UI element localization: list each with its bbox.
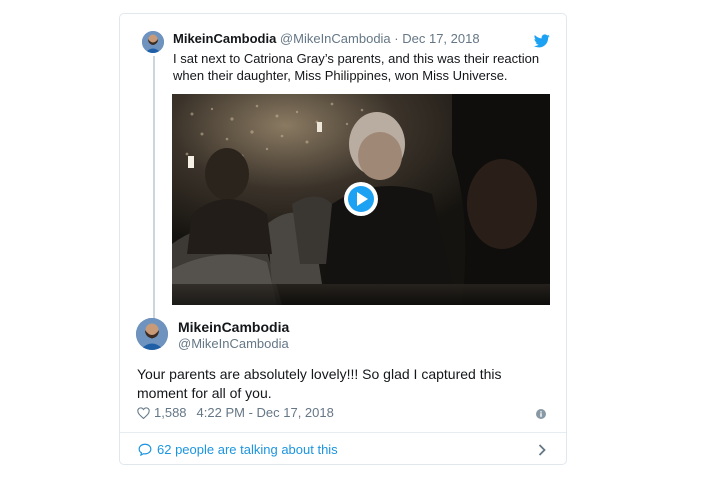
quoted-tweet-date[interactable]: Dec 17, 2018 bbox=[402, 31, 479, 46]
quoted-tweet-text: I sat next to Catriona Gray’s parents, a… bbox=[173, 51, 540, 83]
heart-icon[interactable] bbox=[137, 407, 150, 419]
quoted-author-name[interactable]: MikeinCambodia bbox=[173, 31, 276, 46]
thread-connector-line bbox=[153, 56, 155, 324]
play-button-icon[interactable] bbox=[343, 181, 379, 217]
tweet-card: MikeinCambodia @MikeInCambodia · Dec 17,… bbox=[119, 13, 567, 465]
tweet-text: Your parents are absolutely lovely!!! So… bbox=[137, 366, 502, 401]
quoted-author-avatar[interactable] bbox=[142, 31, 164, 53]
tweet-meta: 1,588 4:22 PM - Dec 17, 2018 bbox=[137, 405, 334, 421]
video-player[interactable] bbox=[172, 94, 550, 305]
twitter-bird-icon[interactable] bbox=[534, 34, 550, 48]
author-avatar[interactable] bbox=[136, 318, 168, 350]
like-count[interactable]: 1,588 bbox=[154, 405, 187, 421]
author-name[interactable]: MikeinCambodia bbox=[178, 319, 289, 336]
talking-count-text[interactable]: 62 people are talking about this bbox=[157, 442, 338, 458]
info-icon[interactable] bbox=[536, 409, 546, 419]
speech-bubble-icon bbox=[138, 443, 152, 456]
quoted-author-handle[interactable]: @MikeInCambodia bbox=[280, 31, 391, 46]
tweet-timestamp[interactable]: 4:22 PM - Dec 17, 2018 bbox=[197, 405, 334, 421]
quoted-tweet-header: MikeinCambodia @MikeInCambodia · Dec 17,… bbox=[173, 31, 480, 47]
chevron-right-icon[interactable] bbox=[538, 444, 546, 456]
author-handle[interactable]: @MikeInCambodia bbox=[178, 336, 289, 352]
header-separator: · bbox=[390, 31, 403, 46]
conversation-link[interactable]: 62 people are talking about this bbox=[120, 433, 566, 466]
